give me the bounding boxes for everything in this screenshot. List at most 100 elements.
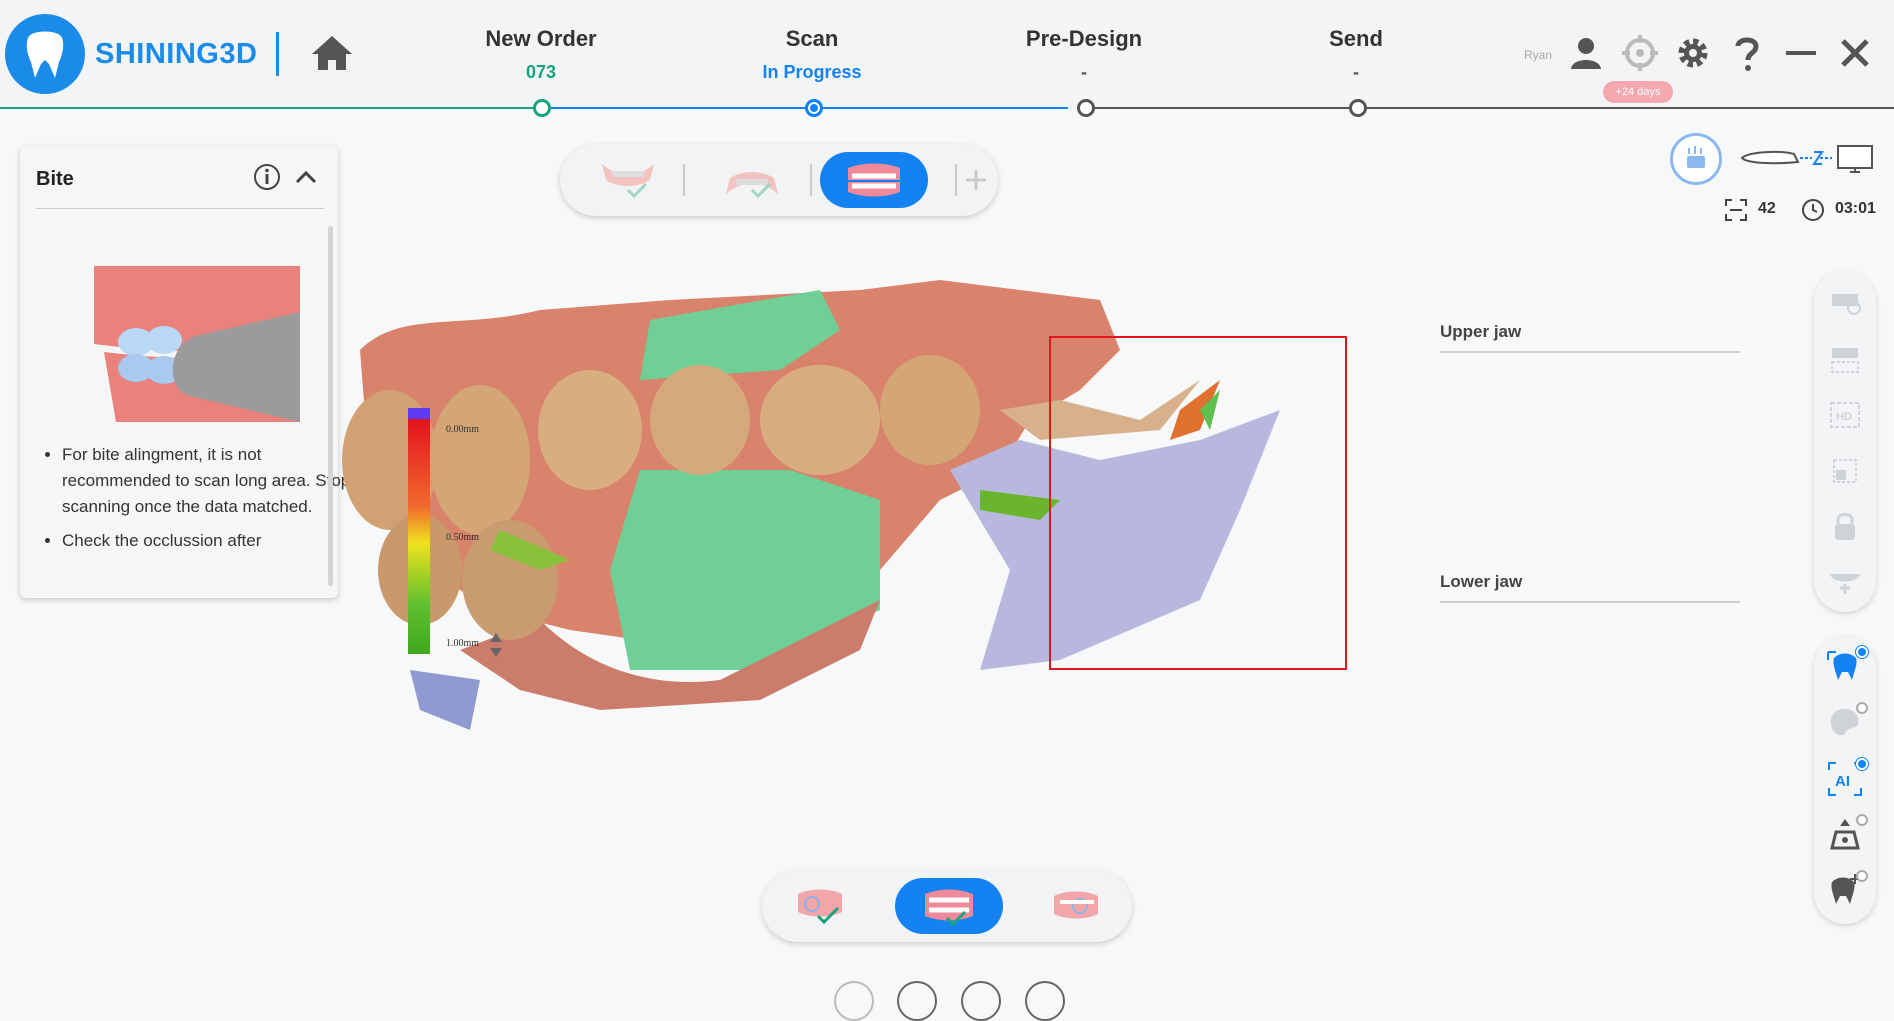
lock-icon [1835, 513, 1855, 540]
settings-button[interactable] [1673, 33, 1713, 73]
order-number: 073 [525, 62, 557, 82]
data-lock-button[interactable] [1826, 284, 1864, 322]
scan-mode-icon [1687, 146, 1705, 168]
deviation-color-scale [408, 408, 430, 654]
send-status: - [1353, 62, 1359, 82]
step-new-order[interactable]: New Order [431, 26, 651, 52]
step-send[interactable]: Send [1246, 26, 1466, 52]
panel-divider [36, 208, 324, 209]
bite-segment-button-active[interactable] [820, 152, 928, 208]
step-pre-design[interactable]: Pre-Design [974, 26, 1194, 52]
teeth-select-icon [1831, 348, 1859, 373]
top-navigation-bar: SHINING3D New Order 073 Scan In Progress… [0, 0, 1894, 117]
data-view-switch [762, 870, 1132, 942]
brand-name: SHINING3D [95, 38, 258, 70]
collapse-panel-button[interactable] [292, 164, 320, 192]
bite-data-view-button-active[interactable] [895, 878, 1003, 934]
hd-icon: HD [1830, 402, 1860, 428]
step-node-scan [805, 99, 823, 117]
user-account-button[interactable] [1566, 33, 1606, 73]
calibration-button[interactable] [1620, 33, 1660, 73]
tooth-view-status-dot [1856, 646, 1868, 658]
add-segment-button[interactable] [962, 166, 990, 194]
close-icon [1841, 39, 1869, 67]
close-button[interactable] [1835, 33, 1875, 73]
view-control-button[interactable] [834, 981, 874, 1021]
scale-adjust-handle[interactable] [489, 632, 503, 658]
bite-illustration [86, 256, 306, 426]
step-node-pre-design [1077, 99, 1095, 117]
help-button[interactable] [1727, 33, 1767, 73]
home-button[interactable] [309, 30, 355, 76]
panel-title: Bite [36, 168, 74, 190]
scan-region-box [1049, 336, 1347, 670]
svg-text:HD: HD [1836, 411, 1852, 423]
lower-jaw-label: Lower jaw [1440, 572, 1523, 591]
lower-data-view-button[interactable] [1046, 882, 1106, 930]
panel-scrollbar[interactable] [328, 226, 333, 586]
texture-status-dot [1856, 702, 1868, 714]
scan-status: In Progress [762, 62, 862, 82]
bite-icon [848, 163, 900, 197]
scan-timer: 03:01 [1835, 200, 1876, 217]
crop-icon [1833, 459, 1857, 483]
bite-guide-panel: Bite For bite alingment, it is not recom… [20, 146, 350, 598]
scale-label-top: 0.00mm [446, 424, 480, 435]
upper-data-view-button[interactable] [790, 882, 850, 930]
help-icon [1735, 37, 1759, 71]
step-scan[interactable]: Scan [702, 26, 922, 52]
area-select-button[interactable] [1826, 340, 1864, 378]
minimize-button[interactable] [1781, 33, 1821, 73]
hd-scan-button[interactable]: HD [1826, 396, 1864, 434]
ai-status-dot [1856, 758, 1868, 770]
segment-divider [955, 164, 957, 196]
progress-line-pending [1084, 107, 1894, 109]
progress-line-done [0, 107, 534, 109]
plus-icon [966, 170, 986, 190]
user-name: Ryan [1524, 48, 1553, 62]
view-control-button[interactable] [897, 981, 937, 1021]
gear-icon [1678, 38, 1708, 68]
scale-label-mid: 0.50mm [446, 532, 480, 543]
step-node-send [1349, 99, 1367, 117]
bite-tips-list: For bite alingment, it is not recommende… [40, 442, 352, 562]
svg-text:AI: AI [1835, 773, 1850, 790]
up-down-arrow-icon [490, 633, 502, 657]
scanner-connected-icon [1740, 145, 1873, 173]
lower-jaw-done-icon [726, 172, 778, 199]
clock-icon [1801, 198, 1825, 222]
scanner-connection-indicator [1738, 140, 1878, 176]
frame-count-icon [1724, 198, 1748, 222]
chevron-up-icon [295, 170, 317, 184]
lower-data-icon [1054, 891, 1098, 919]
segment-divider [683, 164, 685, 196]
user-icon [1571, 38, 1601, 69]
jaw-icon [1830, 574, 1860, 594]
lock-tooth-button[interactable] [1826, 508, 1864, 546]
jaw-view-button[interactable] [1826, 562, 1864, 600]
home-icon [312, 36, 352, 70]
tooth-add-status-dot [1856, 870, 1868, 882]
step-node-new-order [533, 99, 551, 117]
upper-jaw-segment-button[interactable] [598, 158, 658, 202]
scan-tools-toolbar: HD [1814, 270, 1876, 612]
info-icon [254, 164, 280, 190]
brand-logo-icon [5, 14, 85, 94]
logo-divider [276, 32, 279, 76]
view-control-button[interactable] [961, 981, 1001, 1021]
info-button[interactable] [252, 162, 282, 192]
trial-days-badge: +24 days [1603, 81, 1673, 103]
lower-jaw-segment-button[interactable] [722, 158, 782, 202]
bite-data-icon [925, 889, 973, 927]
scan-segment-switch [560, 144, 998, 216]
upper-jaw-done-icon [602, 164, 654, 199]
crop-button[interactable] [1826, 452, 1864, 490]
target-icon [1622, 35, 1658, 71]
scan-mode-button[interactable] [1670, 133, 1722, 185]
segment-divider [810, 164, 812, 196]
ai-tools-toolbar: AI [1814, 636, 1876, 924]
view-control-button[interactable] [1025, 981, 1065, 1021]
upper-jaw-rule [1440, 351, 1740, 353]
frame-count: 42 [1758, 200, 1776, 217]
pre-design-status: - [1081, 62, 1087, 82]
